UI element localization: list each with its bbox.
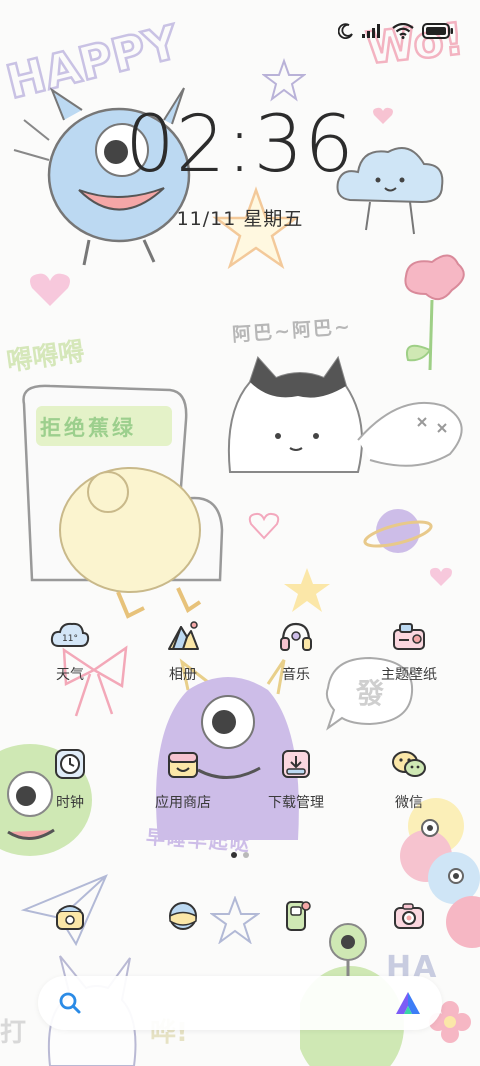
lockscreen-date: 11/11 星期五 — [176, 208, 304, 230]
wifi-icon — [392, 23, 414, 39]
wechat-icon — [389, 744, 429, 784]
clock-icon — [50, 744, 90, 784]
camera-icon — [389, 896, 429, 936]
app-label: 下载管理 — [268, 795, 324, 811]
status-bar — [338, 18, 454, 44]
app-themes[interactable]: 主题壁纸 — [354, 616, 464, 684]
signal-icon — [362, 24, 380, 38]
app-label: 主题壁纸 — [381, 667, 437, 683]
heart-doodle — [248, 512, 280, 540]
dock-camera[interactable] — [354, 896, 464, 936]
page-dot-active — [231, 852, 237, 858]
wallpaper-text-aba: 阿巴~阿巴~ — [231, 315, 353, 347]
wallpaper-text-refuse: 拒绝蕉绿 — [40, 416, 136, 440]
weather-icon: 11° — [50, 616, 90, 656]
heart-doodle — [30, 273, 70, 306]
moon-icon — [338, 23, 353, 39]
messages-icon — [276, 896, 316, 936]
search-icon[interactable] — [58, 991, 82, 1015]
app-weather[interactable]: 11° 天气 — [15, 616, 125, 684]
app-label: 微信 — [395, 795, 423, 811]
app-downloads[interactable]: 下载管理 — [241, 744, 351, 812]
app-label: 音乐 — [282, 667, 310, 683]
page-indicator — [0, 852, 480, 858]
download-icon — [276, 744, 316, 784]
battery-icon — [422, 23, 453, 39]
dock-messages[interactable] — [241, 896, 351, 936]
app-store-icon — [163, 744, 203, 784]
app-label: 相册 — [169, 667, 197, 683]
dock-phone[interactable] — [15, 896, 125, 936]
app-wechat[interactable]: 微信 — [354, 744, 464, 812]
svg-text:11°: 11° — [62, 634, 78, 644]
planet-doodle — [363, 509, 433, 553]
heart-doodle — [430, 567, 452, 586]
page-dot — [243, 852, 249, 858]
theme-icon — [389, 616, 429, 656]
music-icon — [276, 616, 316, 656]
wallpaper-text-da: 打 — [0, 1018, 27, 1048]
app-gallery[interactable]: 相册 — [128, 616, 238, 684]
search-bar[interactable] — [38, 976, 442, 1030]
browser-icon — [163, 896, 203, 936]
dock-browser[interactable] — [128, 896, 238, 936]
app-label: 时钟 — [56, 795, 84, 811]
star-doodle — [284, 568, 330, 612]
app-label: 应用商店 — [155, 795, 211, 811]
app-label: 天气 — [56, 667, 84, 683]
phone-icon — [50, 896, 90, 936]
cat-doodle — [227, 355, 463, 473]
gallery-icon — [163, 616, 203, 656]
wallpaper-text-liu: 嘚嘚嘚 — [4, 336, 87, 378]
assistant-icon[interactable] — [394, 990, 422, 1016]
lockscreen-time: 02:36 — [125, 100, 355, 190]
app-store[interactable]: 应用商店 — [128, 744, 238, 812]
app-music[interactable]: 音乐 — [241, 616, 351, 684]
app-clock[interactable]: 时钟 — [15, 744, 125, 812]
star-doodle — [262, 58, 306, 102]
